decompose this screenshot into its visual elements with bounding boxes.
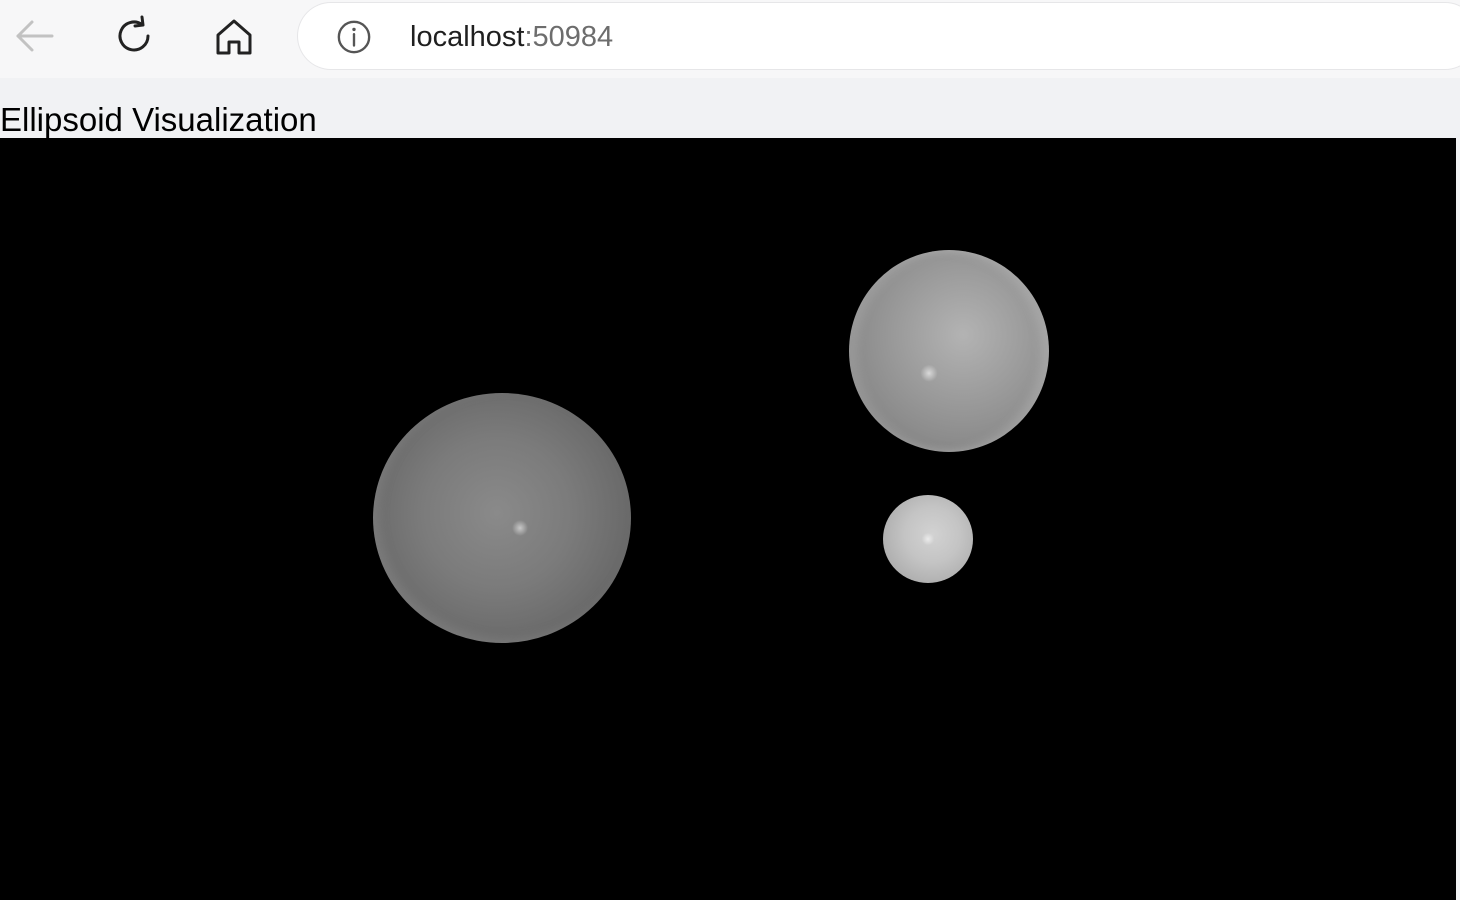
url-host: localhost bbox=[410, 21, 525, 53]
3d-viewport-canvas[interactable] bbox=[0, 138, 1456, 900]
home-button[interactable] bbox=[210, 12, 258, 60]
small-ellipsoid bbox=[883, 495, 973, 583]
arrow-left-icon bbox=[16, 20, 54, 52]
page-title: Ellipsoid Visualization bbox=[0, 101, 317, 138]
browser-toolbar: localhost:50984 bbox=[0, 0, 1460, 78]
reload-icon bbox=[118, 15, 150, 52]
back-button[interactable] bbox=[10, 12, 58, 60]
reload-button[interactable] bbox=[110, 12, 158, 60]
url-text[interactable]: localhost:50984 bbox=[410, 19, 613, 55]
address-bar[interactable]: localhost:50984 bbox=[298, 3, 1460, 69]
home-icon bbox=[216, 19, 252, 55]
large-left-ellipsoid bbox=[373, 393, 631, 643]
info-icon[interactable] bbox=[336, 19, 372, 55]
url-port: :50984 bbox=[524, 21, 614, 53]
upper-right-ellipsoid bbox=[849, 250, 1049, 452]
page-content: Ellipsoid Visualization bbox=[0, 78, 1460, 900]
